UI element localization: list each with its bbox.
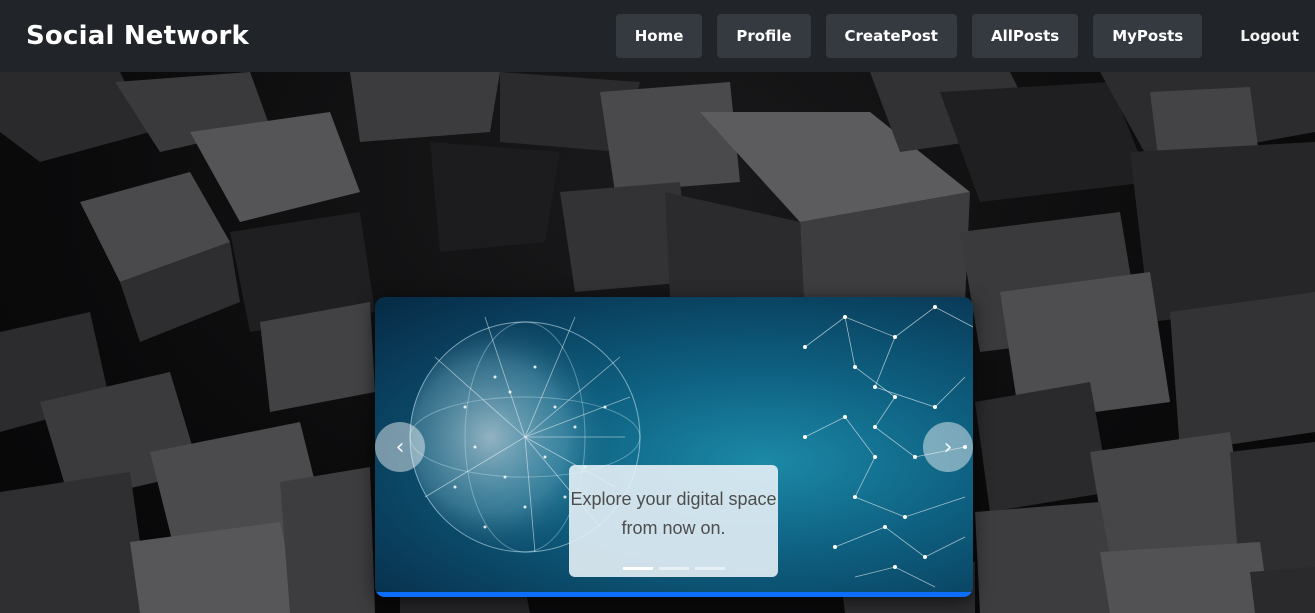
nav-createpost-button[interactable]: CreatePost bbox=[825, 14, 957, 58]
nav-home-button[interactable]: Home bbox=[615, 14, 703, 58]
carousel-indicator-3[interactable] bbox=[695, 567, 725, 570]
nav-links: Home Profile CreatePost AllPosts MyPosts… bbox=[601, 14, 1299, 58]
carousel-progress-bar bbox=[375, 592, 973, 597]
nav-myposts-button[interactable]: MyPosts bbox=[1093, 14, 1203, 58]
chevron-left-icon: ‹ bbox=[395, 434, 405, 460]
logout-link[interactable]: Logout bbox=[1240, 27, 1299, 45]
chevron-right-icon: › bbox=[943, 434, 953, 460]
top-navbar: Social Network Home Profile CreatePost A… bbox=[0, 0, 1315, 72]
nav-profile-button[interactable]: Profile bbox=[717, 14, 811, 58]
carousel-caption: Explore your digital space from now on. bbox=[569, 465, 778, 577]
hero-carousel: ‹ › Explore your digital space from now … bbox=[375, 297, 973, 597]
nav-allposts-button[interactable]: AllPosts bbox=[971, 14, 1079, 58]
brand-title[interactable]: Social Network bbox=[26, 21, 249, 51]
carousel-caption-text: Explore your digital space from now on. bbox=[570, 489, 777, 538]
carousel-next-button[interactable]: › bbox=[923, 422, 973, 472]
carousel-indicator-2[interactable] bbox=[659, 567, 689, 570]
carousel-indicators bbox=[623, 567, 731, 570]
carousel-prev-button[interactable]: ‹ bbox=[375, 422, 425, 472]
carousel-indicator-1[interactable] bbox=[623, 567, 653, 570]
